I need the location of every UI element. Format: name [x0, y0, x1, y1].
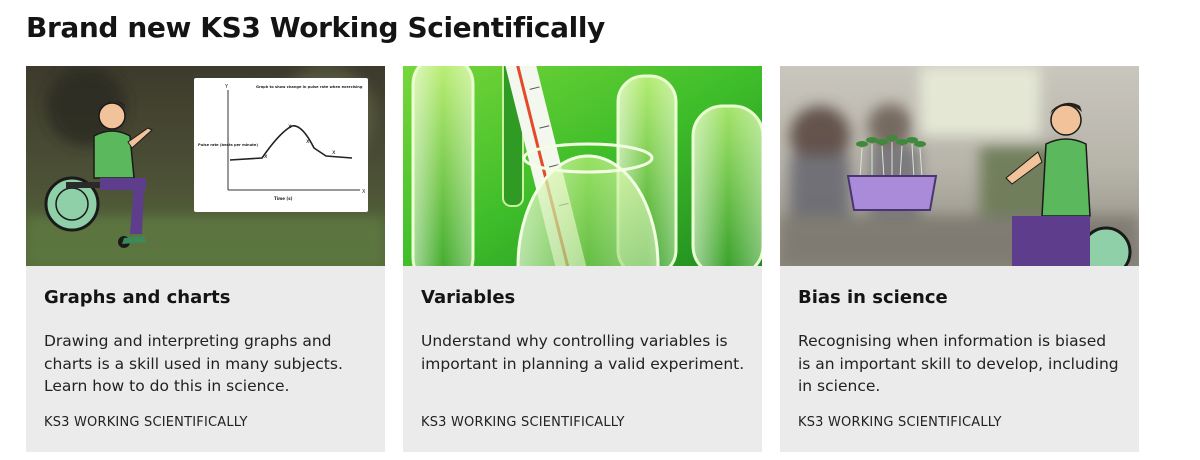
card-tag: KS3 WORKING SCIENTIFICALLY: [421, 415, 625, 430]
card-bias-in-science[interactable]: Bias in science Recognising when informa…: [780, 66, 1139, 452]
card-description: Recognising when information is biased i…: [798, 332, 1119, 395]
bias-illustration: [780, 66, 1139, 266]
card-tag: KS3 WORKING SCIENTIFICALLY: [44, 415, 248, 430]
card-title[interactable]: Graphs and charts: [44, 286, 230, 310]
card-thumbnail[interactable]: x x x x Y X Graph to show change in puls…: [26, 66, 385, 266]
section-title: Brand new KS3 Working Scientifically: [26, 11, 605, 44]
card-title[interactable]: Variables: [421, 286, 515, 310]
card-thumbnail[interactable]: [780, 66, 1139, 266]
graph-illustration: x x x x Y X Graph to show change in puls…: [26, 66, 385, 266]
svg-text:Graph to show change in pulse: Graph to show change in pulse rate when …: [256, 85, 363, 89]
svg-text:x: x: [306, 138, 310, 145]
svg-text:x: x: [332, 149, 336, 156]
svg-text:Pulse rate (beats per minute): Pulse rate (beats per minute): [198, 143, 258, 147]
svg-text:Time (s): Time (s): [274, 196, 293, 201]
svg-text:x: x: [288, 123, 292, 130]
card-description: Drawing and interpreting graphs and char…: [44, 332, 343, 395]
card-thumbnail[interactable]: [403, 66, 762, 266]
card-tag: KS3 WORKING SCIENTIFICALLY: [798, 415, 1002, 430]
card-variables[interactable]: Variables Understand why controlling var…: [403, 66, 762, 452]
card-description: Understand why controlling variables is …: [421, 332, 745, 373]
test-tubes-illustration: [403, 66, 762, 266]
svg-text:x: x: [264, 153, 268, 160]
svg-text:X: X: [362, 189, 366, 195]
card-graphs-and-charts[interactable]: x x x x Y X Graph to show change in puls…: [26, 66, 385, 452]
card-title[interactable]: Bias in science: [798, 286, 948, 310]
